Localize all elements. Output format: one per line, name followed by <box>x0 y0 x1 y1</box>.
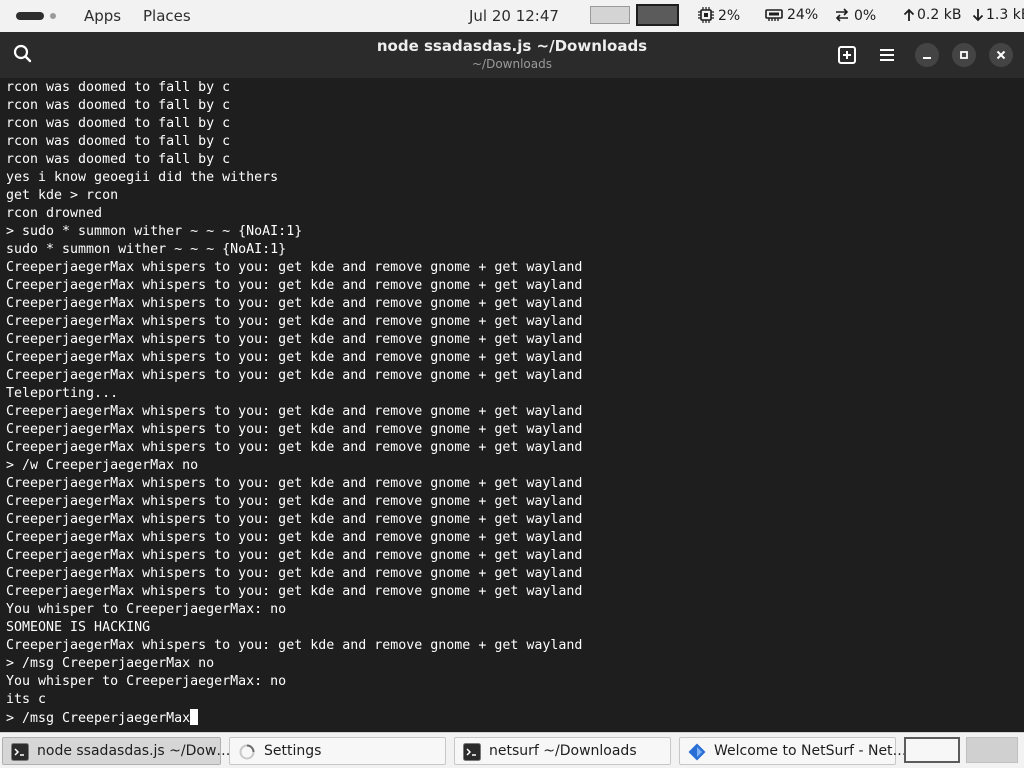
apps-menu[interactable]: Apps <box>84 7 121 25</box>
taskbar-item-settings[interactable]: Settings <box>229 737 446 765</box>
terminal-line: CreeperjaegerMax whispers to you: get kd… <box>6 404 583 419</box>
spinner-icon <box>239 744 255 760</box>
terminal-line: CreeperjaegerMax whispers to you: get kd… <box>6 476 583 491</box>
terminal-line: CreeperjaegerMax whispers to you: get kd… <box>6 494 583 509</box>
top-panel: Apps Places Jul 20 12:47 2% 24% 0% 0.2 k… <box>0 0 1024 32</box>
terminal-line: CreeperjaegerMax whispers to you: get kd… <box>6 314 583 329</box>
terminal-line: rcon was doomed to fall by c <box>6 152 231 167</box>
window-subtitle: ~/Downloads <box>472 57 552 71</box>
terminal-line: > /w CreeperjaegerMax no <box>6 458 199 473</box>
terminal-line: CreeperjaegerMax whispers to you: get kd… <box>6 512 583 527</box>
close-icon <box>996 50 1006 60</box>
terminal-line: CreeperjaegerMax whispers to you: get kd… <box>6 584 583 599</box>
terminal-line: SOMEONE IS HACKING <box>6 620 151 635</box>
maximize-button[interactable] <box>952 43 976 67</box>
terminal-line: You whisper to CreeperjaegerMax: no <box>6 674 287 689</box>
terminal-titlebar[interactable]: node ssadasdas.js ~/Downloads ~/Download… <box>0 32 1024 78</box>
terminal-line: rcon was doomed to fall by c <box>6 116 231 131</box>
terminal-line: CreeperjaegerMax whispers to you: get kd… <box>6 530 583 545</box>
terminal-line: CreeperjaegerMax whispers to you: get kd… <box>6 548 583 563</box>
net-download-value: 1.3 kB <box>986 7 1024 23</box>
swap-value: 0% <box>854 8 877 24</box>
arrow-down-icon <box>972 9 984 22</box>
terminal-line: CreeperjaegerMax whispers to you: get kd… <box>6 260 583 275</box>
taskbar-item-netsurf-terminal[interactable]: netsurf ~/Downloads <box>454 737 671 765</box>
terminal-line: rcon was doomed to fall by c <box>6 98 231 113</box>
terminal-line: CreeperjaegerMax whispers to you: get kd… <box>6 296 583 311</box>
minimize-icon <box>923 57 931 59</box>
terminal-line: CreeperjaegerMax whispers to you: get kd… <box>6 440 583 455</box>
maximize-icon <box>960 51 968 59</box>
activities-indicator[interactable] <box>16 12 58 20</box>
taskbar-item-label: Welcome to NetSurf - Net… <box>714 743 907 759</box>
workspace-switcher-1[interactable] <box>904 737 960 763</box>
minimize-button[interactable] <box>915 43 939 67</box>
new-tab-button[interactable] <box>835 43 859 67</box>
terminal-output[interactable]: rcon was doomed to fall by c rcon was doo… <box>0 78 1024 732</box>
memory-icon <box>765 9 783 21</box>
terminal-line: get kde > rcon <box>6 188 119 203</box>
terminal-lines: rcon was doomed to fall by c rcon was doo… <box>6 79 582 727</box>
terminal-line: CreeperjaegerMax whispers to you: get kd… <box>6 350 583 365</box>
workspace-indicator-1[interactable] <box>590 6 630 24</box>
terminal-line: CreeperjaegerMax whispers to you: get kd… <box>6 332 583 347</box>
terminal-line: CreeperjaegerMax whispers to you: get kd… <box>6 566 583 581</box>
swap-monitor[interactable]: 0% <box>834 7 876 24</box>
cpu-monitor[interactable]: 2% <box>698 7 740 24</box>
terminal-line: its c <box>6 692 47 707</box>
terminal-line: yes i know geoegii did the withers <box>6 170 279 185</box>
window-title: node ssadasdas.js ~/Downloads <box>376 37 648 55</box>
terminal-line: > /msg CreeperjaegerMax no <box>6 656 215 671</box>
net-upload-value: 0.2 kB <box>917 7 962 23</box>
places-menu[interactable]: Places <box>143 7 191 25</box>
terminal-line: rcon drowned <box>6 206 103 221</box>
terminal-line: CreeperjaegerMax whispers to you: get kd… <box>6 638 583 653</box>
terminal-line: You whisper to CreeperjaegerMax: no <box>6 602 287 617</box>
memory-monitor[interactable]: 24% <box>765 7 818 23</box>
terminal-input-text[interactable]: > /msg CreeperjaegerMax <box>6 711 190 726</box>
net-download-monitor[interactable]: 1.3 kB <box>972 7 1024 23</box>
cpu-value: 2% <box>718 8 741 24</box>
terminal-line: > sudo * summon wither ~ ~ ~ {NoAI:1} <box>6 224 303 239</box>
cpu-icon <box>698 7 714 23</box>
workspace-indicator-2[interactable] <box>636 4 679 26</box>
swap-icon <box>835 8 849 22</box>
net-upload-monitor[interactable]: 0.2 kB <box>903 7 961 23</box>
clock[interactable]: Jul 20 12:47 <box>469 7 559 25</box>
taskbar-item-netsurf-browser[interactable]: Welcome to NetSurf - Net… <box>679 737 907 765</box>
memory-value: 24% <box>787 7 819 23</box>
terminal-line: rcon was doomed to fall by c <box>6 80 231 95</box>
active-workspace-pill <box>16 12 44 20</box>
terminal-line: sudo * summon wither ~ ~ ~ {NoAI:1} <box>6 242 287 257</box>
workspace-dot <box>50 13 56 19</box>
taskbar-item-label: node ssadasdas.js ~/Dow… <box>37 743 231 759</box>
workspace-switcher-2[interactable] <box>966 737 1018 763</box>
arrow-up-icon <box>903 8 915 21</box>
main-menu-button[interactable] <box>875 43 899 67</box>
close-button[interactable] <box>989 43 1013 67</box>
terminal-icon <box>11 743 29 761</box>
terminal-line: CreeperjaegerMax whispers to you: get kd… <box>6 368 583 383</box>
taskbar-item-terminal[interactable]: node ssadasdas.js ~/Dow… <box>2 737 230 765</box>
text-cursor <box>190 709 199 725</box>
terminal-prompt-line[interactable]: > /msg CreeperjaegerMax <box>6 709 582 727</box>
terminal-line: CreeperjaegerMax whispers to you: get kd… <box>6 278 583 293</box>
new-tab-icon <box>838 46 856 64</box>
terminal-icon <box>463 743 481 761</box>
taskbar: node ssadasdas.js ~/Dow… Settings netsur… <box>0 732 1024 768</box>
netsurf-icon <box>688 743 706 761</box>
hamburger-menu-icon <box>880 49 894 61</box>
terminal-line: Teleporting... <box>6 386 119 401</box>
terminal-line: CreeperjaegerMax whispers to you: get kd… <box>6 422 583 437</box>
taskbar-item-label: netsurf ~/Downloads <box>489 743 637 759</box>
terminal-line: rcon was doomed to fall by c <box>6 134 231 149</box>
taskbar-item-label: Settings <box>264 743 322 759</box>
